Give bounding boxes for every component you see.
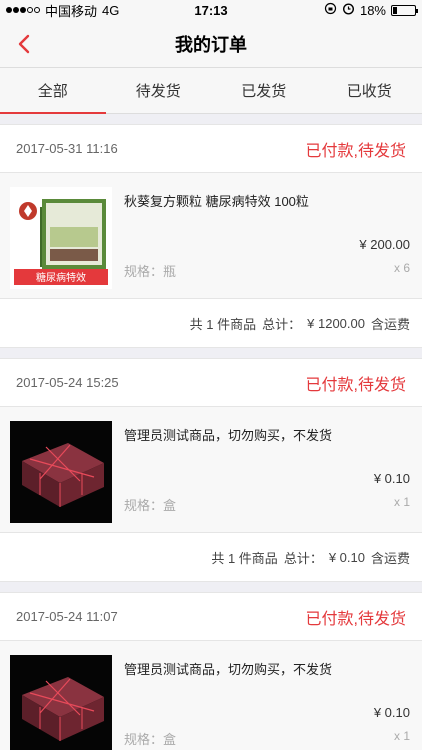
tab-label: 全部 [37, 83, 68, 100]
order-date: 2017-05-31 11:16 [16, 141, 118, 156]
product-price: ¥ 0.10 [373, 471, 410, 486]
order-card[interactable]: 2017-05-24 15:25 已付款,待发货 管理员测试商品，切勿购买，不发… [0, 358, 422, 582]
item-count: 共 1 件商品 [189, 316, 257, 332]
order-item[interactable]: 糖尿病特效 秋葵复方颗粒 糖尿病特效 100粒 ¥ 200.00 规格：瓶 x … [0, 173, 422, 299]
product-price: ¥ 0.10 [373, 705, 410, 720]
order-tabs: 全部 待发货 已发货 已收货 [0, 68, 422, 114]
order-date: 2017-05-24 15:25 [16, 375, 119, 390]
order-header: 2017-05-24 11:07 已付款,待发货 [0, 593, 422, 641]
order-date: 2017-05-24 11:07 [16, 609, 118, 624]
chevron-left-icon [18, 34, 30, 54]
order-status: 已付款,待发货 [305, 142, 406, 160]
order-card[interactable]: 2017-05-24 11:07 已付款,待发货 管理员测试商品，切勿购买，不发… [0, 592, 422, 750]
battery-icon [391, 4, 418, 16]
tab-shipped[interactable]: 已发货 [211, 68, 317, 113]
product-quantity: x 1 [393, 495, 410, 509]
item-count: 共 1 件商品 [211, 550, 278, 566]
network-label: 4G [102, 2, 120, 18]
product-spec: 规格：盒 [124, 498, 177, 513]
product-spec: 规格：盒 [124, 732, 177, 747]
tab-label: 已发货 [241, 83, 287, 100]
product-badge: 糖尿病特效 [36, 271, 86, 284]
product-name: 秋葵复方颗粒 糖尿病特效 100粒 [124, 194, 309, 209]
product-image [10, 421, 112, 523]
item-info: 秋葵复方颗粒 糖尿病特效 100粒 ¥ 200.00 规格：瓶 x 6 [124, 187, 410, 286]
nav-bar: 我的订单 [0, 20, 422, 68]
battery-fill [393, 6, 397, 14]
product-image: 糖尿病特效 [10, 187, 112, 289]
product-image [10, 655, 112, 750]
order-header: 2017-05-24 15:25 已付款,待发货 [0, 359, 422, 407]
status-left: 中国移动 4G [6, 1, 119, 20]
order-item[interactable]: 管理员测试商品，切勿购买，不发货 ¥ 0.10 规格：盒 x 1 [0, 641, 422, 750]
product-name: 管理员测试商品，切勿购买，不发货 [124, 662, 333, 677]
total-label: 总计： [283, 550, 323, 566]
battery-percent: 18% [359, 2, 386, 18]
carrier-label: 中国移动 [45, 3, 98, 19]
rotation-lock-icon [324, 2, 337, 18]
status-time: 17:13 [194, 2, 228, 18]
order-summary: 共 1 件商品 总计： ¥ 1200.00 含运费 [0, 299, 422, 347]
shipping-note: 含运费 [370, 316, 410, 332]
product-spec: 规格：瓶 [124, 264, 177, 279]
status-right: 18% [324, 2, 418, 18]
product-quantity: x 1 [393, 729, 410, 743]
tab-label: 已收货 [346, 83, 392, 100]
order-item[interactable]: 管理员测试商品，切勿购买，不发货 ¥ 0.10 规格：盒 x 1 [0, 407, 422, 533]
shipping-note: 含运费 [370, 550, 410, 566]
order-summary: 共 1 件商品 总计： ¥ 0.10 含运费 [0, 533, 422, 581]
tab-label: 待发货 [135, 83, 181, 100]
item-info: 管理员测试商品，切勿购买，不发货 ¥ 0.10 规格：盒 x 1 [124, 655, 410, 750]
signal-strength-icon [6, 7, 40, 13]
back-button[interactable] [10, 30, 38, 58]
page-title: 我的订单 [175, 34, 247, 55]
order-header: 2017-05-31 11:16 已付款,待发货 [0, 125, 422, 173]
item-info: 管理员测试商品，切勿购买，不发货 ¥ 0.10 规格：盒 x 1 [124, 421, 410, 520]
total-label: 总计： [262, 316, 302, 332]
tab-received[interactable]: 已收货 [317, 68, 422, 113]
product-quantity: x 6 [393, 261, 410, 275]
total-amount: ¥ 0.10 [328, 549, 365, 565]
total-amount: ¥ 1200.00 [307, 315, 365, 331]
order-status: 已付款,待发货 [305, 376, 406, 394]
alarm-icon [342, 2, 355, 18]
product-name: 管理员测试商品，切勿购买，不发货 [124, 428, 333, 443]
status-bar: 中国移动 4G 17:13 18% [0, 0, 422, 20]
tab-all[interactable]: 全部 [0, 68, 106, 114]
order-status: 已付款,待发货 [305, 610, 406, 628]
product-price: ¥ 200.00 [359, 237, 410, 252]
order-card[interactable]: 2017-05-31 11:16 已付款,待发货 糖尿病特效 秋葵复方颗粒 糖尿… [0, 124, 422, 348]
tab-pending-shipment[interactable]: 待发货 [106, 68, 212, 113]
